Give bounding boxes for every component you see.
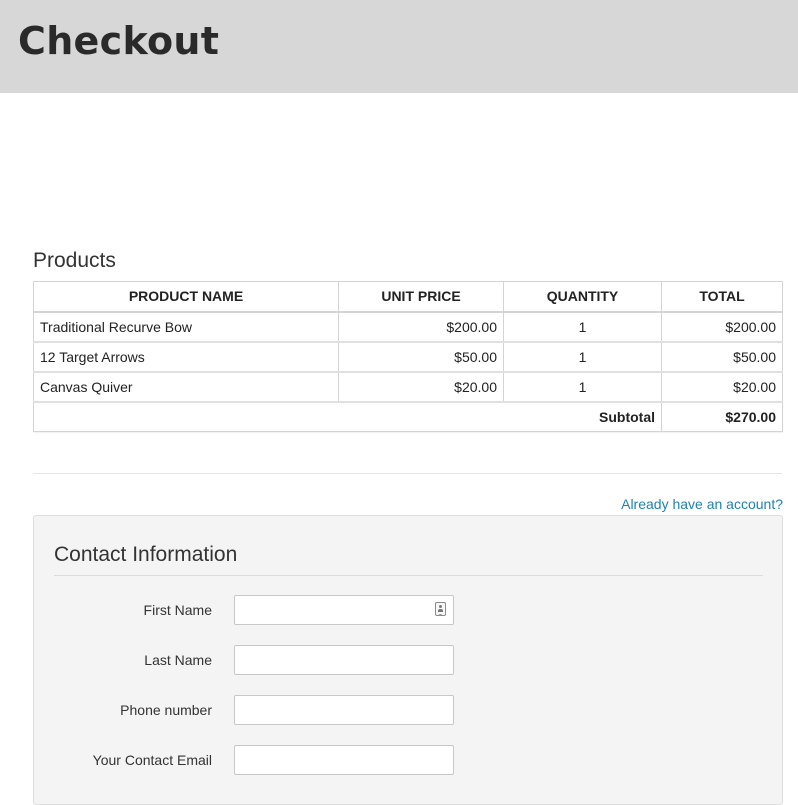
contact-email-label: Your Contact Email: [92, 752, 212, 768]
table-header-row: PRODUCT NAME UNIT PRICE QUANTITY TOTAL: [33, 281, 783, 313]
page-header: Checkout: [0, 0, 798, 93]
contact-information-panel: Contact Information First Name Last Name…: [33, 515, 783, 805]
first-name-label: First Name: [143, 602, 212, 618]
column-header-product-name: PRODUCT NAME: [33, 281, 339, 313]
total-cell: $50.00: [661, 341, 783, 373]
quantity-cell: 1: [503, 311, 662, 343]
section-divider: [33, 473, 782, 474]
last-name-label: Last Name: [144, 652, 212, 668]
subtotal-label: Subtotal: [33, 401, 662, 432]
column-header-unit-price: UNIT PRICE: [338, 281, 504, 313]
subtotal-value: $270.00: [661, 401, 783, 432]
unit-price-cell: $20.00: [338, 371, 504, 403]
contact-heading-rule: [54, 575, 763, 576]
phone-number-label: Phone number: [120, 702, 212, 718]
subtotal-row: Subtotal $270.00: [33, 401, 783, 432]
unit-price-cell: $50.00: [338, 341, 504, 373]
product-name-cell: 12 Target Arrows: [33, 341, 339, 373]
page-title: Checkout: [18, 19, 220, 63]
product-name-cell: Canvas Quiver: [33, 371, 339, 403]
column-header-total: TOTAL: [661, 281, 783, 313]
contact-heading: Contact Information: [54, 543, 238, 566]
contact-card-icon[interactable]: [435, 602, 446, 616]
unit-price-cell: $200.00: [338, 311, 504, 343]
total-cell: $200.00: [661, 311, 783, 343]
table-row: 12 Target Arrows $50.00 1 $50.00: [33, 341, 783, 373]
quantity-cell: 1: [503, 341, 662, 373]
total-cell: $20.00: [661, 371, 783, 403]
phone-number-input[interactable]: [234, 695, 454, 725]
products-table: PRODUCT NAME UNIT PRICE QUANTITY TOTAL T…: [33, 281, 783, 432]
table-row: Canvas Quiver $20.00 1 $20.00: [33, 371, 783, 403]
products-heading: Products: [33, 249, 116, 272]
product-name-cell: Traditional Recurve Bow: [33, 311, 339, 343]
last-name-input[interactable]: [234, 645, 454, 675]
quantity-cell: 1: [503, 371, 662, 403]
first-name-input[interactable]: [234, 595, 454, 625]
contact-email-input[interactable]: [234, 745, 454, 775]
column-header-quantity: QUANTITY: [503, 281, 662, 313]
already-have-account-link[interactable]: Already have an account?: [621, 496, 783, 512]
table-row: Traditional Recurve Bow $200.00 1 $200.0…: [33, 311, 783, 343]
